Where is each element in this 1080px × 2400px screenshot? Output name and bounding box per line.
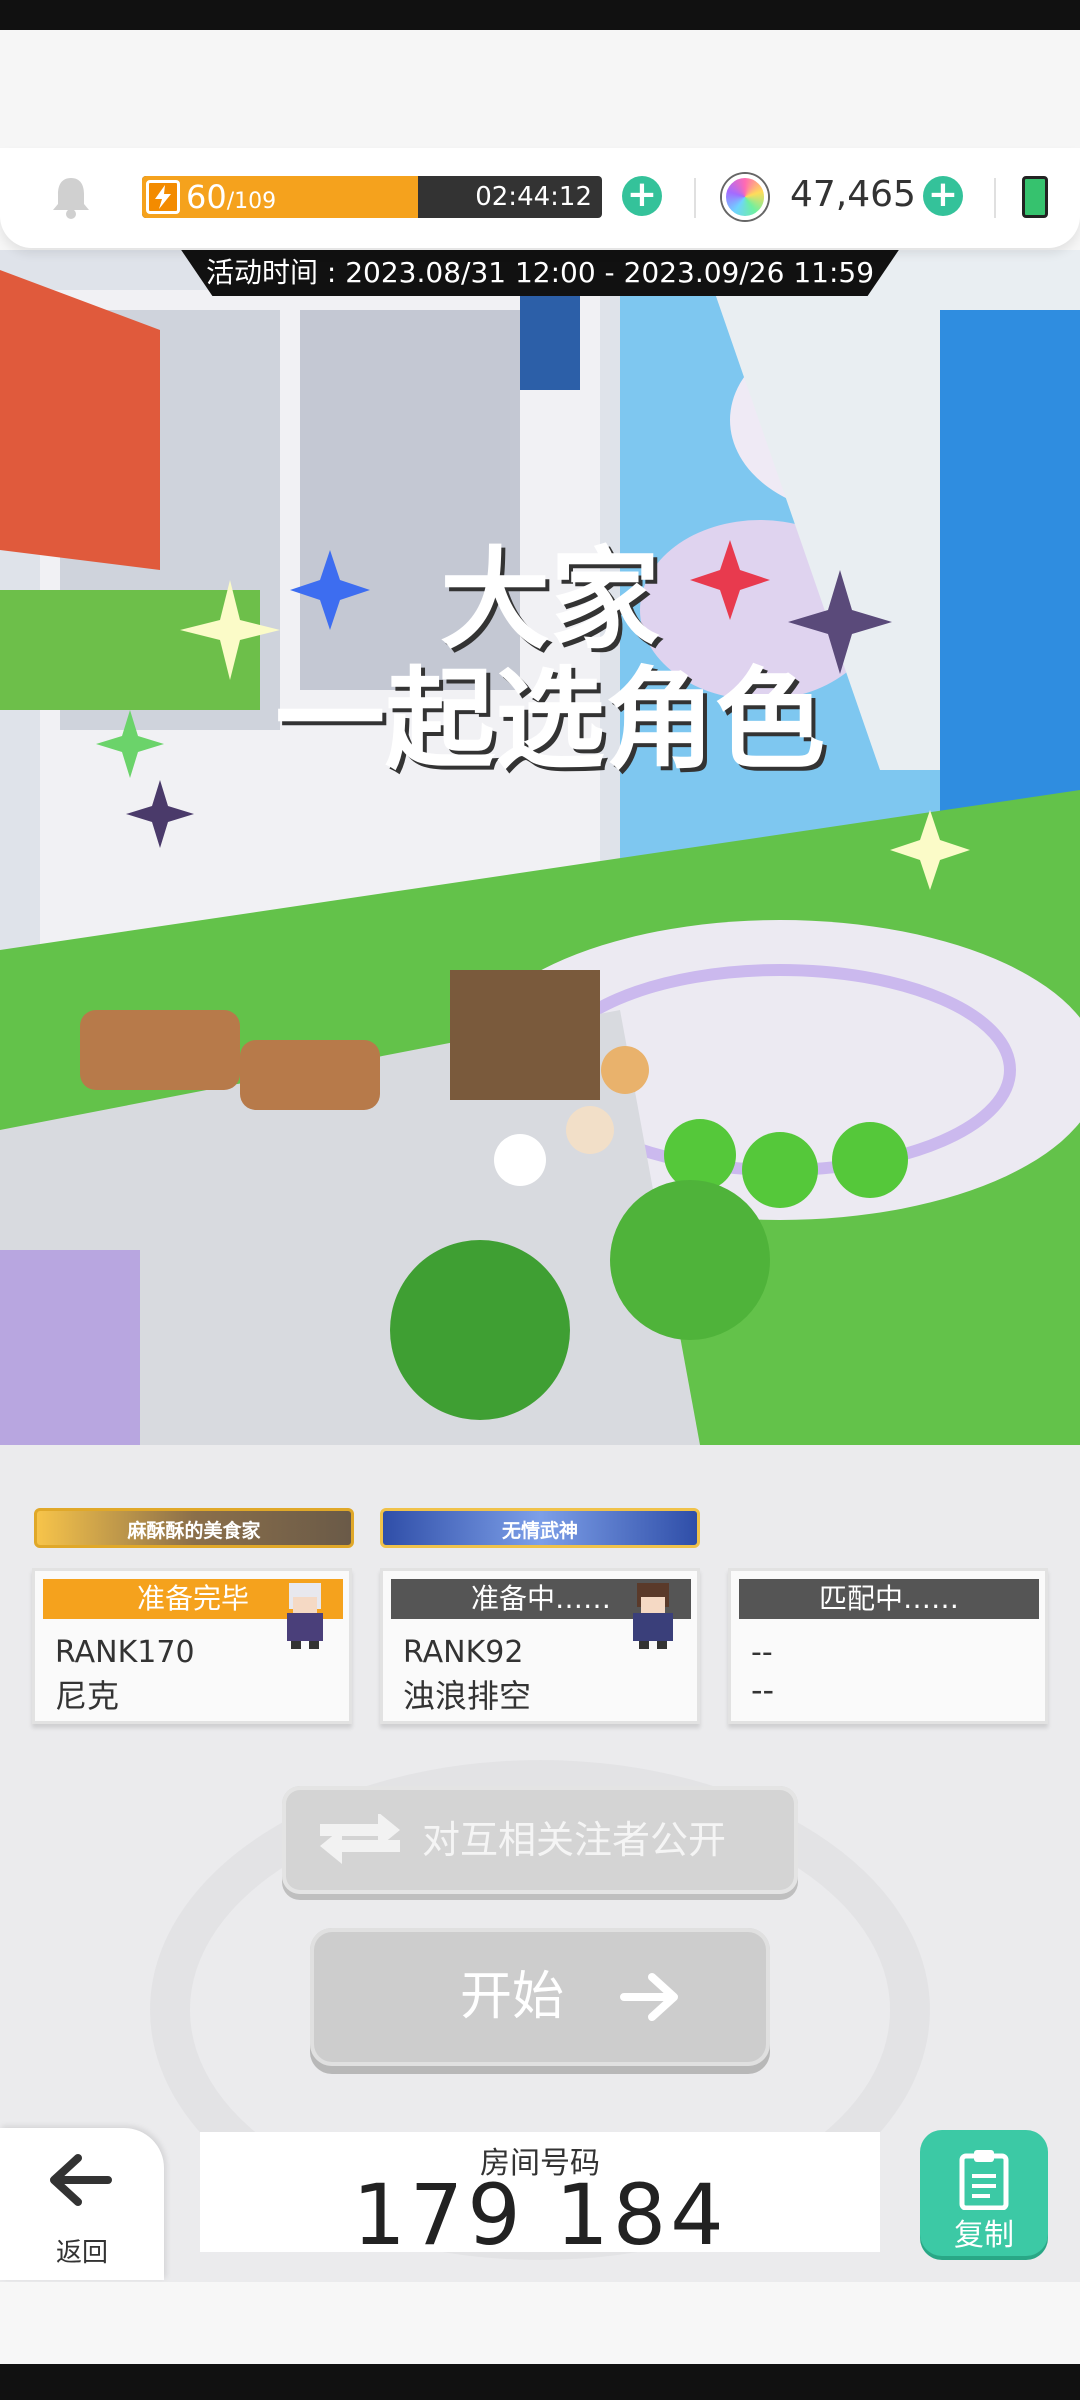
copy-label: 复制: [954, 2218, 1014, 2253]
gem-count: 47,465: [790, 174, 916, 215]
swap-icon: [320, 1814, 400, 1864]
arrow-right-icon: [620, 1973, 678, 2021]
system-bar: [0, 2364, 1080, 2400]
battery-icon: [1022, 176, 1048, 218]
room-code-box: 房间号码 179 184: [200, 2132, 880, 2260]
stamina-value: 60/109: [186, 179, 276, 218]
event-banner[interactable]: [0, 250, 1080, 1445]
bell-icon[interactable]: [46, 172, 96, 222]
player-title-badge: 麻酥酥的美食家: [34, 1508, 354, 1548]
player-title-badge: 无情武神: [380, 1508, 700, 1548]
event-title-line1: 大家: [440, 536, 660, 664]
stamina-max: /109: [226, 189, 277, 214]
status-bar: [0, 0, 1080, 30]
player-rank: --: [751, 1635, 773, 1670]
player-name: 浊浪排空: [403, 1677, 532, 1715]
back-label: 返回: [55, 2238, 108, 2268]
event-title-line2: 一起选角色: [275, 656, 825, 784]
copy-button[interactable]: 复制: [920, 2130, 1048, 2256]
player-rank: RANK170: [55, 1635, 195, 1670]
player-status: 匹配中……: [739, 1579, 1039, 1619]
divider: [694, 178, 696, 218]
stamina-timer: 02:44:12: [475, 182, 592, 212]
back-button[interactable]: 返回: [0, 2128, 164, 2280]
character-sprite-icon: [287, 1583, 323, 1649]
player-name: --: [751, 1671, 775, 1709]
player-card[interactable]: 匹配中…… -- --: [728, 1568, 1048, 1724]
clipboard-icon: [959, 2150, 1009, 2210]
gem-icon: [722, 174, 768, 220]
add-gems-button[interactable]: +: [923, 176, 963, 216]
divider: [994, 178, 996, 218]
add-stamina-button[interactable]: +: [622, 176, 662, 216]
stamina-current: 60: [186, 178, 227, 216]
town-illustration: [0, 250, 1080, 1445]
share-label: 对互相关注者公开: [422, 1818, 727, 1862]
character-sprite-icon: [633, 1583, 673, 1649]
player-card[interactable]: 准备完毕 RANK170 尼克: [32, 1568, 352, 1724]
share-with-mutuals-button[interactable]: 对互相关注者公开: [282, 1786, 798, 1894]
screen: { "header": { "stamina": {"current": "60…: [0, 0, 1080, 2400]
room-code-number: 179 184: [352, 2166, 728, 2264]
event-time: 活动时间 : 2023.08/31 12:00 - 2023.09/26 11:…: [181, 250, 899, 296]
arrow-left-icon: [50, 2154, 112, 2206]
start-label: 开始: [460, 1967, 565, 2027]
stamina-fill: [142, 176, 418, 218]
event-title: 大家 一起选角色: [200, 540, 900, 780]
lightning-icon: [146, 180, 180, 214]
nav-bar-area: [0, 2282, 1080, 2364]
start-button[interactable]: 开始: [310, 1928, 770, 2066]
stamina-bar: 60/109 02:44:12: [142, 176, 602, 218]
player-rank: RANK92: [403, 1635, 524, 1670]
player-card[interactable]: 准备中…… RANK92 浊浪排空: [380, 1568, 700, 1724]
player-name: 尼克: [55, 1677, 120, 1715]
